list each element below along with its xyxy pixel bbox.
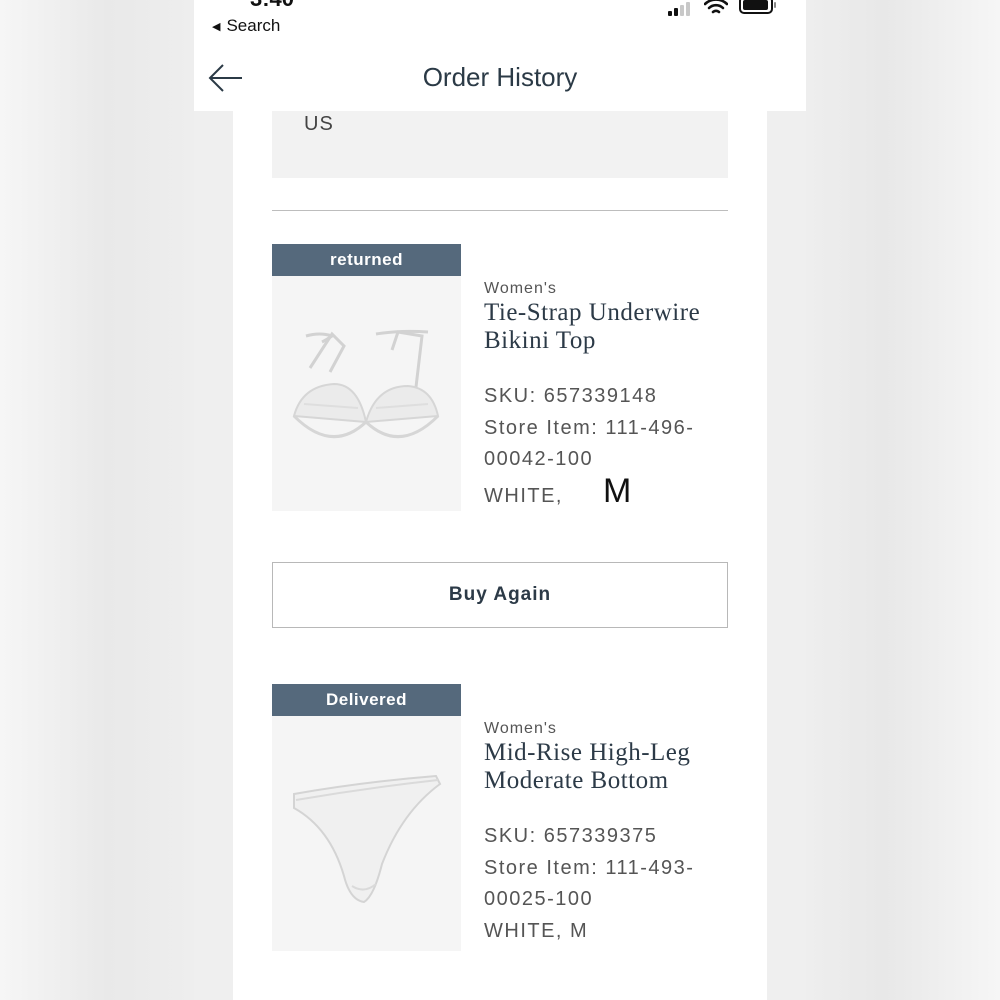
page-title: Order History <box>422 62 578 92</box>
background-right <box>806 0 1000 1000</box>
product-color-size: WHITE, M <box>484 919 589 942</box>
color-size-row: WHITE, M <box>484 474 724 513</box>
order-item: Delivered Women's Mid-Rise High-Leg Mode… <box>272 684 728 952</box>
battery-icon <box>739 0 776 14</box>
product-image[interactable] <box>272 276 461 511</box>
product-category: Women's <box>484 720 557 737</box>
back-triangle-icon: ◀ <box>212 20 221 33</box>
product-name-line-2: Bikini Top <box>484 327 596 354</box>
product-details: SKU: 657339148 Store Item: 111-496- 0004… <box>484 381 724 512</box>
status-bar: 3:40 ◀ Search <box>194 0 806 50</box>
product-category: Women's <box>484 280 557 297</box>
product-name-line-2: Moderate Bottom <box>484 767 669 794</box>
product-image[interactable] <box>272 716 461 951</box>
order-card: US returned Women's Tie-Strap Underwire … <box>233 111 767 1000</box>
product-name-line-1: Tie-Strap Underwire <box>484 299 701 326</box>
shipping-address-box: US <box>272 111 728 178</box>
product-color-size: WHITE, <box>484 484 563 507</box>
status-time: 3:40 <box>250 0 294 12</box>
product-name[interactable]: Mid-Rise High-Leg Moderate Bottom <box>484 739 724 795</box>
product-sku: SKU: 657339375 <box>484 825 658 847</box>
page-header: Order History <box>194 50 806 111</box>
store-item-line-1: Store Item: 111-493- <box>484 856 695 879</box>
product-details: SKU: 657339375 Store Item: 111-493- 0002… <box>484 821 724 947</box>
bikini-top-image <box>272 276 461 511</box>
back-to-search-link[interactable]: ◀ Search <box>212 16 280 36</box>
wifi-icon <box>704 0 728 14</box>
bikini-bottom-image <box>272 716 461 951</box>
address-country: US <box>304 113 334 135</box>
product-sku: SKU: 657339148 <box>484 385 658 407</box>
background-left <box>0 0 194 1000</box>
phone-screen: 3:40 ◀ Search Order History US <box>194 0 806 1000</box>
section-divider <box>272 210 728 211</box>
store-item-line-2: 00025-100 <box>484 888 594 910</box>
store-item-line-2: 00042-100 <box>484 448 594 470</box>
back-to-search-label: Search <box>226 16 281 35</box>
product-name[interactable]: Tie-Strap Underwire Bikini Top <box>484 299 724 355</box>
order-item: returned Women's Tie-Strap Underwire Bik <box>272 244 728 512</box>
store-item-line-1: Store Item: 111-496- <box>484 416 695 439</box>
cellular-signal-icon <box>668 0 698 18</box>
item-status-badge: Delivered <box>272 684 461 716</box>
product-name-line-1: Mid-Rise High-Leg <box>484 739 691 766</box>
item-status-badge: returned <box>272 244 461 276</box>
buy-again-button[interactable]: Buy Again <box>272 562 728 628</box>
size-overlay-label: M <box>603 471 632 510</box>
